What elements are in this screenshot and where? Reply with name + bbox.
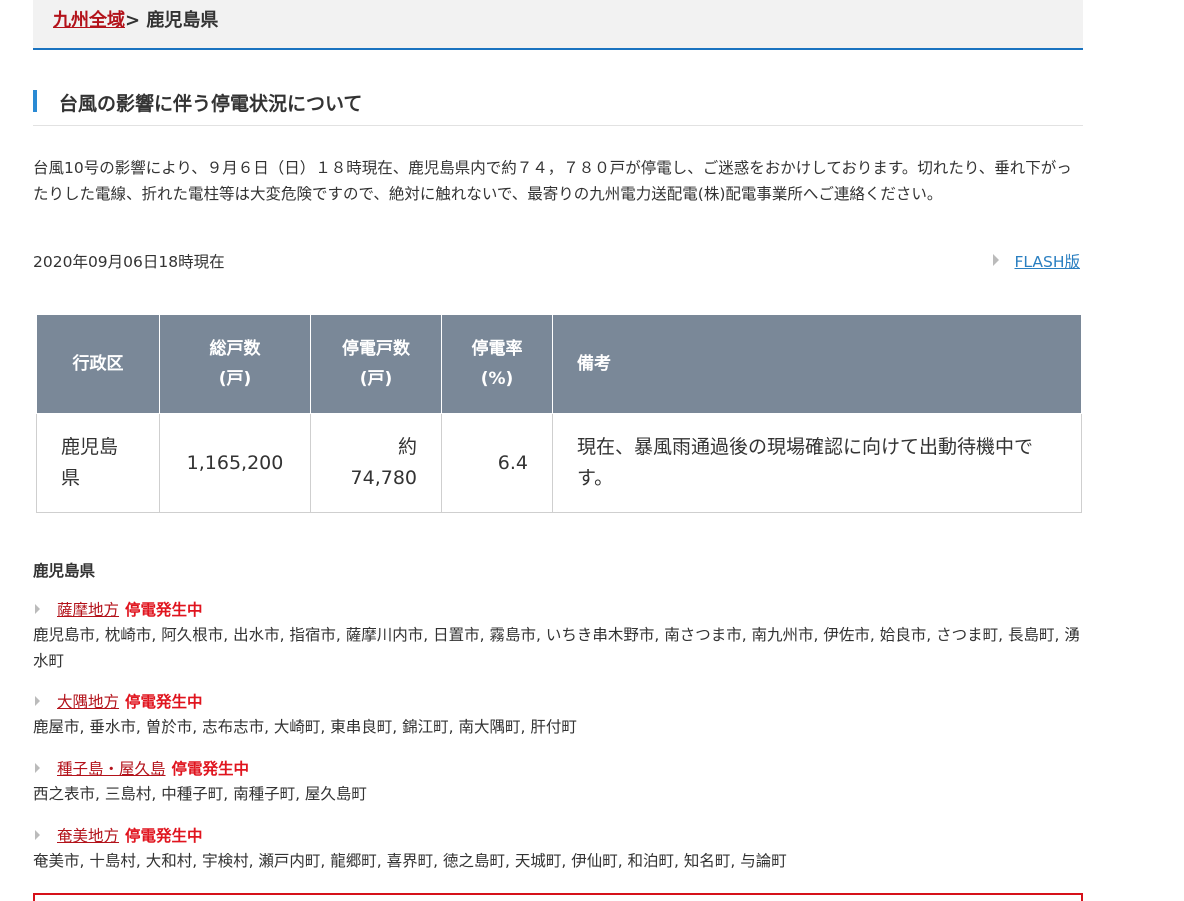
heading-accent-bar bbox=[33, 90, 37, 112]
breadcrumb: 九州全域> 鹿児島県 bbox=[33, 0, 1083, 50]
outage-status-badge: 停電発生中 bbox=[125, 601, 203, 619]
col-header-outage: 停電戸数 (戸) bbox=[310, 314, 442, 414]
col-header-area: 行政区 bbox=[36, 314, 160, 414]
triangle-right-icon bbox=[35, 830, 40, 840]
breadcrumb-link-kyushu[interactable]: 九州全域 bbox=[53, 10, 125, 31]
section-title: 台風の影響に伴う停電状況について bbox=[59, 93, 363, 115]
prefecture-heading: 鹿児島県 bbox=[33, 562, 96, 580]
region-link-satsuma[interactable]: 薩摩地方 bbox=[57, 601, 119, 619]
region-header: 奄美地方 停電発生中 bbox=[33, 824, 1083, 848]
outage-status-badge: 停電発生中 bbox=[125, 693, 203, 711]
outage-status-badge: 停電発生中 bbox=[171, 760, 250, 778]
triangle-right-icon bbox=[35, 696, 40, 706]
outage-notice: 台風10号の影響により、９月６日（日）１８時現在、鹿児島県内で約７４，７８０戸が… bbox=[33, 159, 1072, 203]
breadcrumb-separator: > bbox=[125, 10, 147, 31]
region-block: 薩摩地方 停電発生中 鹿児島市, 枕崎市, 阿久根市, 出水市, 指宿市, 薩摩川… bbox=[33, 598, 1083, 674]
region-city-list: 奄美市, 十島村, 大和村, 宇検村, 瀬戸内町, 龍郷町, 喜界町, 徳之島町… bbox=[33, 852, 787, 870]
region-link-amami[interactable]: 奄美地方 bbox=[57, 827, 119, 845]
triangle-right-icon bbox=[35, 763, 40, 773]
region-city-list: 西之表市, 三島村, 中種子町, 南種子町, 屋久島町 bbox=[33, 785, 367, 803]
outage-status-table: 行政区 総戸数 (戸) 停電戸数 (戸) 停電率 (%) 備考 鹿児島県 1,165,… bbox=[36, 314, 1082, 513]
breadcrumb-trail: 九州全域> 鹿児島県 bbox=[53, 6, 218, 32]
cell-total: 1,165,200 bbox=[159, 413, 311, 513]
section-heading: 台風の影響に伴う停電状況について bbox=[33, 88, 1083, 126]
cell-outage: 約74,780 bbox=[310, 413, 442, 513]
cell-rate: 6.4 bbox=[441, 413, 553, 513]
col-header-note: 備考 bbox=[552, 314, 1082, 414]
region-link-tanegashima-yakushima[interactable]: 種子島・屋久島 bbox=[57, 760, 166, 778]
flash-version-link[interactable]: FLASH版 bbox=[1014, 253, 1080, 271]
col-header-rate: 停電率 (%) bbox=[441, 314, 553, 414]
region-city-list: 鹿児島市, 枕崎市, 阿久根市, 出水市, 指宿市, 薩摩川内市, 日置市, 霧… bbox=[33, 626, 1080, 670]
flash-version: FLASH版 bbox=[993, 250, 1080, 272]
page: 九州全域> 鹿児島県 台風の影響に伴う停電状況について 台風10号の影響により、… bbox=[0, 0, 1184, 901]
outage-status-badge: 停電発生中 bbox=[125, 827, 203, 845]
region-header: 大隅地方 停電発生中 bbox=[33, 690, 1083, 714]
triangle-right-icon bbox=[993, 254, 1000, 266]
region-city-list: 鹿屋市, 垂水市, 曽於市, 志布志市, 大崎町, 東串良町, 錦江町, 南大隅… bbox=[33, 718, 577, 736]
cell-note: 現在、暴風雨通過後の現場確認に向けて出動待機中です。 bbox=[552, 413, 1082, 513]
region-block: 種子島・屋久島 停電発生中 西之表市, 三島村, 中種子町, 南種子町, 屋久島町 bbox=[33, 757, 1083, 807]
region-block: 奄美地方 停電発生中 奄美市, 十島村, 大和村, 宇検村, 瀬戸内町, 龍郷町,… bbox=[33, 824, 1083, 874]
table-header-row: 行政区 総戸数 (戸) 停電戸数 (戸) 停電率 (%) 備考 bbox=[36, 314, 1082, 414]
triangle-right-icon bbox=[35, 604, 40, 614]
region-header: 薩摩地方 停電発生中 bbox=[33, 598, 1083, 622]
region-link-osumi[interactable]: 大隅地方 bbox=[57, 693, 119, 711]
table-row: 鹿児島県 1,165,200 約74,780 6.4 現在、暴風雨通過後の現場確… bbox=[36, 413, 1082, 513]
region-block: 大隅地方 停電発生中 鹿屋市, 垂水市, 曽於市, 志布志市, 大崎町, 東串良町… bbox=[33, 690, 1083, 740]
as-of-timestamp: 2020年09月06日18時現在 bbox=[33, 253, 225, 271]
breadcrumb-current: 鹿児島県 bbox=[146, 10, 219, 31]
cell-area: 鹿児島県 bbox=[36, 413, 160, 513]
col-header-total: 総戸数 (戸) bbox=[159, 314, 311, 414]
region-header: 種子島・屋久島 停電発生中 bbox=[33, 757, 1083, 781]
alert-box-top bbox=[33, 893, 1083, 901]
